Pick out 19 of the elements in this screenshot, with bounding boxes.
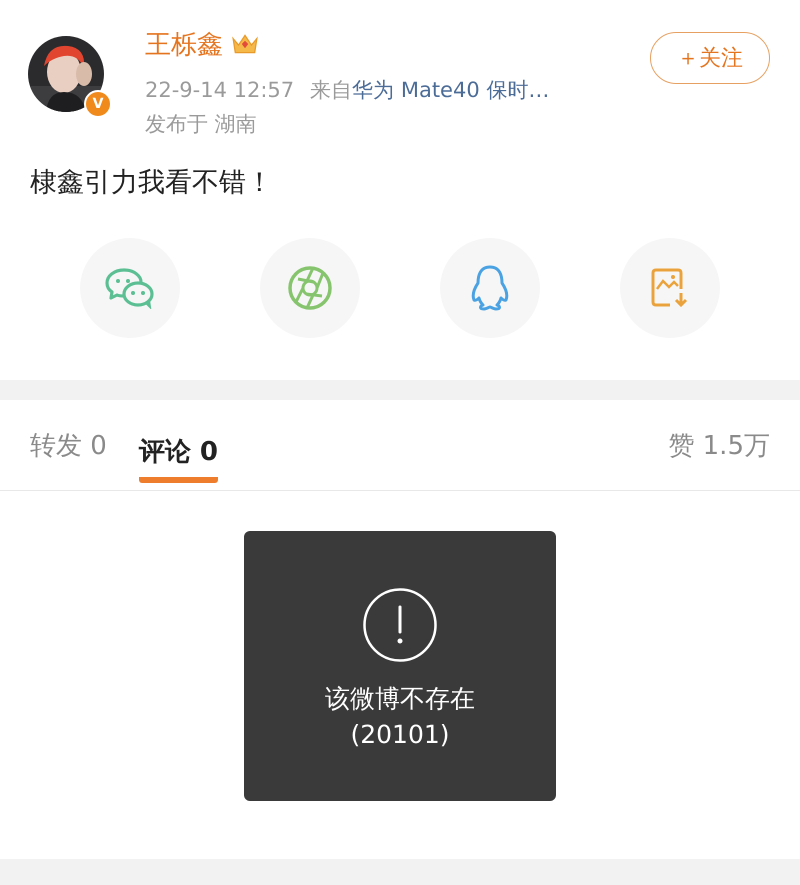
post-location: 发布于 湖南 [145, 112, 257, 136]
penguin-icon [470, 265, 510, 311]
post-text: 棣鑫引力我看不错！ [29, 166, 274, 200]
author-name[interactable]: 王栎鑫 [145, 26, 223, 62]
aperture-icon [287, 265, 333, 311]
error-message: 该微博不存在 [325, 683, 475, 715]
source-label: 来自 [310, 78, 352, 102]
likes-tab[interactable]: 赞 1.5万 [668, 414, 770, 476]
post-time: 22-9-14 12:57 [145, 78, 294, 102]
follow-button[interactable]: ＋关注 [650, 32, 770, 84]
error-code: (20101) [350, 719, 450, 751]
save-image-icon [650, 267, 690, 309]
crown-icon [231, 32, 259, 56]
chat-bubbles-icon [104, 267, 156, 309]
tab[interactable]: 转发 0 [30, 414, 107, 476]
source-link[interactable]: 华为 Mate40 保时… [352, 78, 550, 102]
warning-icon [362, 587, 438, 663]
tab[interactable]: 评论 0 [138, 420, 218, 482]
verified-badge: V [84, 90, 112, 118]
